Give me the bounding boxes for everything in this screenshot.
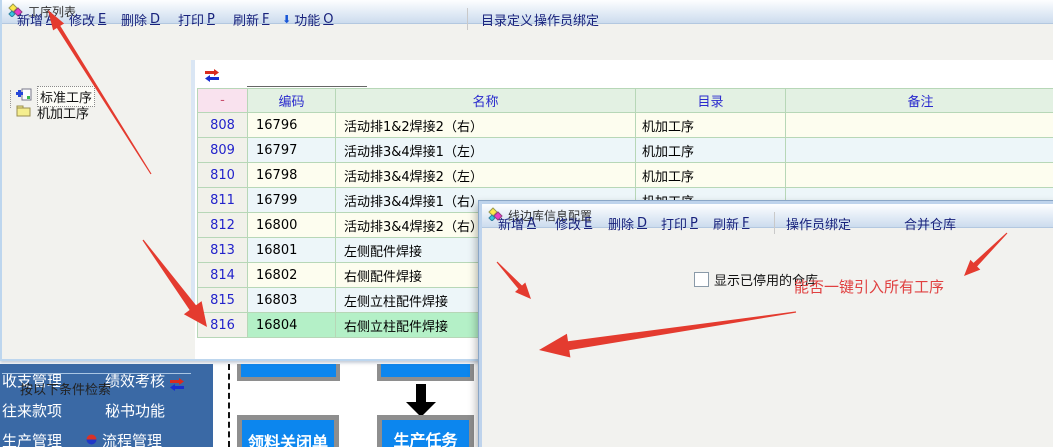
catalog-cell[interactable]: 机加工序 (636, 113, 786, 138)
catalog-cell[interactable]: 机加工序 (636, 138, 786, 163)
merge-warehouse-button[interactable]: 合并仓库 (904, 214, 956, 233)
row-number-cell[interactable]: 810 (198, 163, 248, 188)
tree-item-machining-process[interactable]: 机加工序 (16, 103, 91, 122)
add-button[interactable]: 新增A (498, 214, 536, 233)
lineside-warehouse-config-window: 线边库信息配置 新增A修改E删除D打印P刷新F操作员绑定合并仓库 显示已停用的仓… (479, 201, 1053, 447)
code-cell[interactable]: 16797 (248, 138, 336, 163)
note-cell[interactable] (786, 113, 1053, 138)
column-header-4[interactable]: 备注 (786, 89, 1053, 113)
print-button[interactable]: 打印P (178, 10, 215, 29)
production-task-order-button[interactable]: 生产任务单 (377, 415, 474, 447)
row-number-cell[interactable]: 816 (198, 313, 248, 338)
add-button[interactable]: 新增A (17, 10, 55, 29)
refresh-button[interactable]: 刷新F (233, 10, 270, 29)
catalog-define-button[interactable]: 目录定义 (481, 10, 533, 29)
filter-swap-icon[interactable] (169, 376, 185, 395)
column-header-3[interactable]: 目录 (636, 89, 786, 113)
flow-dashed-line (228, 364, 230, 447)
filter-separator (2, 373, 191, 374)
show-disabled-warehouse-checkbox[interactable] (694, 272, 709, 287)
flow-node-top-left[interactable] (237, 364, 340, 381)
row-number-cell[interactable]: 814 (198, 263, 248, 288)
module-icon (85, 432, 98, 447)
code-cell[interactable]: 16803 (248, 288, 336, 313)
flow-node-top-right[interactable] (377, 364, 474, 381)
toolbar-separator (467, 8, 468, 30)
code-cell[interactable]: 16801 (248, 238, 336, 263)
menu-secretary[interactable]: 秘书功能 (105, 400, 165, 421)
table-row-808[interactable]: 80816796活动排1&2焊接2（右）机加工序 (198, 113, 1053, 138)
table-row-809[interactable]: 80916797活动排3&4焊接1（左）机加工序 (198, 138, 1053, 163)
material-close-order-button[interactable]: 领料关闭单 (237, 415, 339, 447)
row-number-cell[interactable]: 809 (198, 138, 248, 163)
code-cell[interactable]: 16804 (248, 313, 336, 338)
name-cell[interactable]: 活动排1&2焊接2（右） (336, 113, 636, 138)
print-button[interactable]: 打印P (661, 214, 698, 233)
row-number-cell[interactable]: 811 (198, 188, 248, 213)
catalog-cell[interactable]: 机加工序 (636, 163, 786, 188)
column-header-1[interactable]: 编码 (248, 89, 336, 113)
filter-label: 按以下条件检索 (20, 379, 111, 398)
table-row-810[interactable]: 81016798活动排3&4焊接2（左）机加工序 (198, 163, 1053, 188)
annotation-note: 能否一键引入所有工序 (794, 276, 944, 297)
operator-bind-button[interactable]: 操作员绑定 (786, 214, 851, 233)
code-cell[interactable]: 16796 (248, 113, 336, 138)
quick-search-input[interactable] (247, 70, 367, 87)
screenshot-canvas: 收支管理绩效考核往来款项秘书功能生产管理流程管理 领料关闭单 生产任务单 工序列… (0, 0, 1053, 447)
down-arrow-icon: ⬇ (282, 14, 291, 25)
functions-button[interactable]: ⬇功能O (282, 10, 333, 29)
note-cell[interactable] (786, 163, 1053, 188)
code-cell[interactable]: 16799 (248, 188, 336, 213)
column-header-2[interactable]: 名称 (336, 89, 636, 113)
name-cell[interactable]: 活动排3&4焊接2（左） (336, 163, 636, 188)
folder-icon (16, 105, 31, 121)
row-number-cell[interactable]: 812 (198, 213, 248, 238)
row-number-cell[interactable]: 815 (198, 288, 248, 313)
row-number-cell[interactable]: 808 (198, 113, 248, 138)
delete-button[interactable]: 删除D (121, 10, 160, 29)
modify-button[interactable]: 修改E (555, 214, 592, 233)
modify-button[interactable]: 修改E (69, 10, 106, 29)
code-cell[interactable]: 16802 (248, 263, 336, 288)
tree-guide-line (10, 90, 11, 108)
menu-flow[interactable]: 流程管理 (85, 430, 162, 447)
category-tree-panel: 标准工序机加工序 按以下条件检索 (2, 60, 195, 313)
refresh-button[interactable]: 刷新F (713, 214, 750, 233)
name-cell[interactable]: 活动排3&4焊接1（左） (336, 138, 636, 163)
row-number-cell[interactable]: 813 (198, 238, 248, 263)
toolbar-separator (774, 212, 775, 234)
note-cell[interactable] (786, 138, 1053, 163)
menu-production[interactable]: 生产管理 (2, 430, 62, 447)
delete-button[interactable]: 删除D (608, 214, 647, 233)
sort-swap-icon[interactable] (204, 67, 220, 86)
code-cell[interactable]: 16800 (248, 213, 336, 238)
column-header-0[interactable]: - (198, 89, 248, 113)
code-cell[interactable]: 16798 (248, 163, 336, 188)
operator-bind-button[interactable]: 操作员绑定 (534, 10, 599, 29)
menu-accounts[interactable]: 往来款项 (2, 400, 62, 421)
